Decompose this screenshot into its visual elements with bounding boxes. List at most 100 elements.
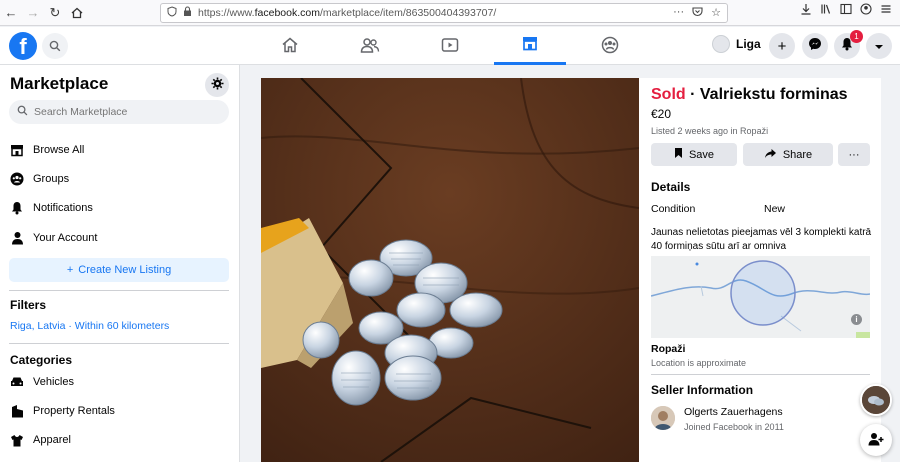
friends-icon: [360, 36, 380, 57]
sidebar-item-label: Groups: [33, 173, 70, 185]
profile-link[interactable]: Liga: [712, 35, 761, 53]
listing-price: €20: [651, 107, 672, 121]
car-icon: [9, 374, 25, 390]
plus-icon: +: [66, 264, 74, 276]
category-item-apparel[interactable]: Apparel: [9, 428, 229, 452]
back-icon[interactable]: ←: [0, 2, 22, 24]
share-label: Share: [782, 148, 813, 161]
listing-photo[interactable]: [261, 78, 639, 462]
bookmark-star-icon[interactable]: ☆: [711, 6, 721, 20]
sidebar-item-label: Browse All: [33, 144, 85, 156]
shield-icon: [167, 6, 177, 20]
storefront-icon: [9, 142, 25, 158]
location-name: Ropaži: [651, 343, 686, 355]
page-actions-icon[interactable]: ···: [673, 6, 684, 20]
reload-icon[interactable]: ↻: [44, 2, 66, 24]
category-label: Property Rentals: [33, 405, 115, 417]
shirt-icon: [9, 432, 25, 448]
details-heading: Details: [651, 180, 691, 194]
groups-nav-icon: [601, 36, 619, 57]
more-options-button[interactable]: ···: [838, 143, 870, 166]
category-item-property-rentals[interactable]: Property Rentals: [9, 399, 229, 423]
tab-home[interactable]: [254, 27, 326, 65]
category-item-vehicles[interactable]: Vehicles: [9, 370, 229, 394]
notifications-button[interactable]: 1: [834, 30, 863, 59]
library-icon[interactable]: [820, 3, 832, 18]
video-icon: [441, 37, 459, 56]
chevron-down-icon: [874, 38, 884, 55]
notification-badge: 1: [850, 30, 863, 43]
address-bar[interactable]: https://www.facebook.com/marketplace/ite…: [160, 3, 728, 23]
create-button[interactable]: +: [769, 33, 795, 59]
search-icon: [17, 105, 28, 119]
categories-heading: Categories: [10, 353, 73, 367]
condition-value: New: [764, 203, 786, 215]
tab-groups[interactable]: [574, 27, 646, 65]
save-button[interactable]: Save: [651, 143, 737, 166]
sidebar-title: Marketplace: [10, 74, 109, 93]
groups-icon: [9, 171, 25, 187]
location-filter-link[interactable]: Riga, Latvia · Within 60 kilometers: [10, 320, 169, 332]
avatar: [712, 35, 730, 53]
sidebar-item-notifications[interactable]: Notifications: [9, 196, 229, 220]
sidebar-toggle-icon[interactable]: [840, 3, 852, 18]
sold-status: Sold: [651, 86, 686, 103]
sidebar-item-label: Your Account: [33, 232, 98, 244]
divider: [651, 374, 870, 375]
share-button[interactable]: Share: [743, 143, 833, 166]
listing-details-panel: Sold · Valriekstu forminas €20 Listed 2 …: [639, 78, 881, 462]
messenger-icon: [808, 37, 822, 55]
chat-contact-avatar[interactable]: [860, 384, 892, 416]
facebook-logo[interactable]: f: [9, 32, 37, 60]
new-message-button[interactable]: [860, 424, 892, 456]
seller-avatar[interactable]: [651, 406, 675, 430]
facebook-top-nav: f Liga + 1: [0, 27, 900, 65]
divider: [9, 343, 229, 344]
menu-icon[interactable]: [880, 3, 892, 18]
pocket-icon[interactable]: [692, 6, 703, 20]
forward-icon[interactable]: →: [22, 2, 44, 24]
location-note: Location is approximate: [651, 358, 747, 368]
save-label: Save: [688, 148, 715, 161]
seller-joined: Joined Facebook in 2011: [684, 422, 784, 432]
listing-description: Jaunas nelietotas pieejamas vēl 3 komple…: [651, 227, 872, 252]
seller-name[interactable]: Olgerts Zauerhagens: [684, 406, 783, 418]
home-icon[interactable]: [66, 2, 88, 24]
add-people-icon: [868, 432, 884, 449]
browser-toolbar: ← → ↻ https://www.facebook.com/marketpla…: [0, 0, 900, 26]
listing-title: Sold · Valriekstu forminas: [651, 86, 848, 104]
url-text: https://www.facebook.com/marketplace/ite…: [198, 7, 497, 19]
messenger-button[interactable]: [802, 33, 828, 59]
search-input[interactable]: [34, 106, 214, 118]
home-nav-icon: [281, 36, 299, 57]
marketplace-search[interactable]: [9, 100, 229, 124]
sidebar-item-groups[interactable]: Groups: [9, 167, 229, 191]
lock-icon: [183, 6, 192, 20]
storefront-nav-icon: [521, 34, 539, 55]
seller-heading: Seller Information: [651, 383, 754, 397]
tab-marketplace[interactable]: [494, 27, 566, 65]
sidebar-item-your-account[interactable]: Your Account: [9, 226, 229, 250]
share-icon: [764, 148, 777, 162]
settings-button[interactable]: [205, 73, 229, 97]
location-map[interactable]: i: [651, 256, 870, 338]
search-icon[interactable]: [42, 33, 68, 59]
info-icon[interactable]: i: [851, 314, 862, 325]
plus-icon: +: [777, 37, 787, 55]
divider: [9, 290, 229, 291]
account-icon[interactable]: [860, 3, 872, 18]
tab-friends[interactable]: [334, 27, 406, 65]
filters-heading: Filters: [10, 298, 47, 312]
sidebar-item-browse-all[interactable]: Browse All: [9, 138, 229, 162]
marketplace-sidebar: Marketplace Browse All Groups Notificati…: [0, 65, 240, 462]
account-menu-button[interactable]: [866, 33, 892, 59]
title-separator: ·: [685, 86, 700, 103]
tab-watch[interactable]: [414, 27, 486, 65]
create-listing-button[interactable]: + Create New Listing: [9, 258, 229, 282]
downloads-icon[interactable]: [800, 3, 812, 18]
more-icon: ···: [848, 148, 860, 161]
listing-meta: Listed 2 weeks ago in Ropaži: [651, 126, 769, 136]
person-icon: [9, 230, 25, 246]
gear-icon: [211, 77, 224, 93]
bookmark-icon: [674, 147, 683, 162]
